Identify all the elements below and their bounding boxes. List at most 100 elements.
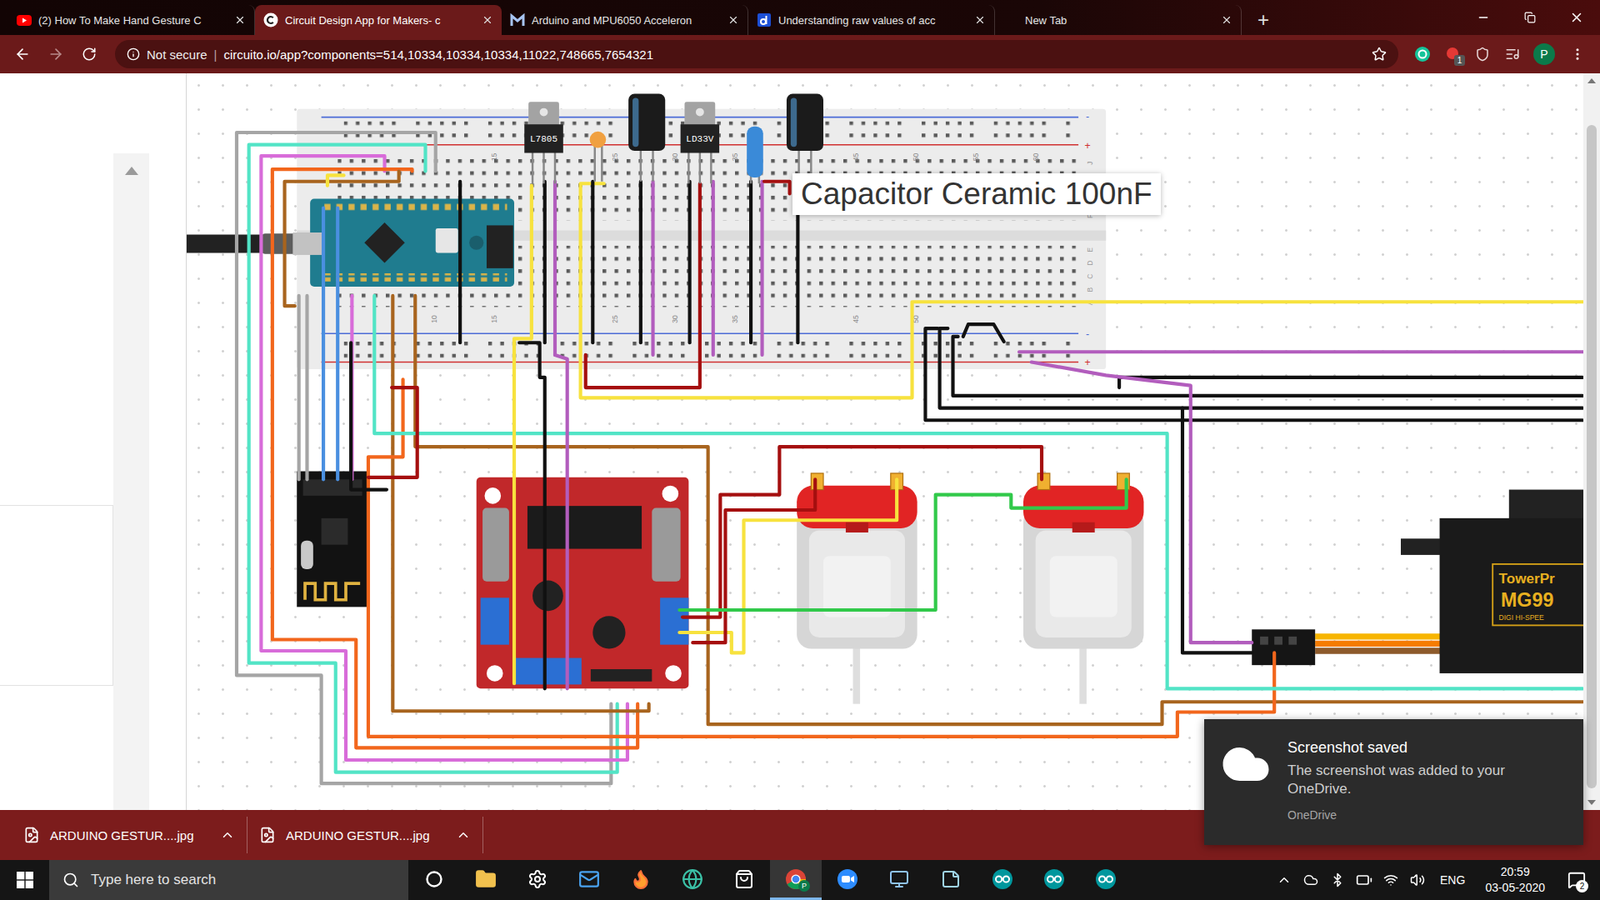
svg-text:25: 25 (610, 152, 620, 161)
menu-button[interactable] (1563, 40, 1592, 69)
side-panel (0, 73, 187, 810)
download-item[interactable]: ARDUINO GESTUR....jpg (247, 816, 484, 854)
taskbar-app[interactable] (821, 860, 874, 900)
star-icon[interactable] (1371, 46, 1387, 62)
browser-tab[interactable]: Circuit Design App for Makers- c (255, 5, 502, 35)
arduino-icon (991, 868, 1014, 890)
taskbar-app[interactable] (563, 860, 615, 900)
extension[interactable]: 1 (1440, 40, 1465, 69)
voltage-regulator[interactable]: LD33V (680, 101, 720, 184)
tray-item[interactable] (1275, 872, 1294, 888)
document-icon (757, 13, 771, 27)
reload-button[interactable] (75, 40, 104, 69)
close-icon[interactable] (234, 14, 246, 26)
window-controls (1460, 0, 1600, 35)
close-icon (1569, 10, 1585, 25)
ceramic-capacitor[interactable] (590, 131, 607, 182)
tray-item[interactable] (1381, 872, 1400, 888)
circuito-icon (263, 12, 279, 28)
svg-text:10: 10 (430, 315, 439, 324)
chevron-up-icon[interactable] (455, 827, 471, 843)
taskbar-app[interactable] (408, 860, 460, 900)
new-tab-button[interactable]: + (1248, 5, 1279, 35)
electrolytic-capacitor[interactable] (786, 93, 824, 181)
browser-tab[interactable]: New Tab (995, 5, 1242, 35)
tab-label: (2) How To Make Hand Gesture C (38, 14, 228, 27)
browser-tab[interactable]: (2) How To Make Hand Gesture C (8, 5, 255, 35)
download-item[interactable]: ARDUINO GESTUR....jpg (11, 816, 248, 854)
toast[interactable]: Screenshot savedThe screenshot was added… (1204, 719, 1584, 845)
taskbar-app[interactable] (873, 860, 925, 900)
restore-button[interactable] (1506, 0, 1554, 35)
motor-driver[interactable] (476, 477, 690, 689)
notification-button[interactable]: 2 (1560, 860, 1594, 900)
search-box[interactable]: Type here to search (49, 860, 409, 900)
tray-item[interactable] (1301, 872, 1320, 888)
taskbar-app[interactable] (615, 860, 667, 900)
taskbar-app[interactable] (460, 860, 512, 900)
windows-icon (16, 871, 34, 889)
tray-item[interactable] (1355, 871, 1374, 889)
wires[interactable] (236, 132, 1583, 784)
language[interactable]: ENG (1435, 873, 1470, 887)
chevron-up-icon[interactable] (220, 827, 235, 843)
scroll-up-icon[interactable] (1587, 78, 1596, 84)
tab-label: Arduino and MPU6050 Acceleron (531, 14, 721, 27)
close-button[interactable] (1553, 0, 1600, 35)
arrow-left-icon (14, 45, 31, 63)
tray-item[interactable] (1328, 872, 1347, 888)
back-button[interactable] (8, 40, 37, 69)
browser-tab[interactable]: Arduino and MPU6050 Acceleron (501, 5, 749, 35)
start-button[interactable] (0, 860, 50, 900)
svg-text:35: 35 (730, 152, 740, 161)
usb-cable[interactable] (186, 233, 297, 254)
taskbar-app[interactable]: P (770, 860, 822, 900)
taskbar-app[interactable] (925, 860, 977, 900)
extension[interactable] (1410, 40, 1435, 69)
extension[interactable] (1470, 40, 1495, 69)
close-icon[interactable] (727, 14, 740, 26)
voltage-regulator[interactable]: L7805 (524, 101, 564, 184)
svg-text:D: D (1085, 260, 1095, 266)
scroll-thumb[interactable] (1586, 125, 1597, 789)
taskbar-app[interactable] (511, 860, 564, 900)
desktop-icon (889, 869, 910, 890)
address-bar[interactable]: Not secure|circuito.io/app?components=51… (115, 40, 1399, 69)
minimize-button[interactable] (1460, 0, 1507, 35)
arduino-nano[interactable] (292, 199, 515, 287)
tab-label: New Tab (1025, 14, 1215, 27)
ceramic-capacitor[interactable] (746, 126, 764, 185)
favicon (16, 12, 32, 28)
taskbar-app[interactable] (1028, 860, 1080, 900)
forward-button[interactable] (41, 40, 70, 69)
close-icon[interactable] (481, 14, 494, 26)
nrf24-module[interactable] (296, 471, 369, 608)
favicon (263, 12, 279, 28)
scroll-down-icon[interactable] (1587, 800, 1596, 805)
svg-text:50: 50 (911, 152, 920, 161)
taskbar-app[interactable] (718, 860, 770, 900)
close-icon[interactable] (974, 14, 986, 26)
clock[interactable]: 20:5903-05-2020 (1478, 864, 1552, 896)
mail-icon (578, 868, 600, 890)
media-control[interactable] (1500, 40, 1525, 69)
tooltip: Capacitor Ceramic 100nF (792, 173, 1161, 215)
servo-motor[interactable]: TowerPrMG99DIGI HI-SPEE (1251, 490, 1584, 674)
profile-avatar[interactable]: P (1533, 43, 1555, 65)
taskbar-app[interactable] (1080, 860, 1132, 900)
taskbar-app[interactable] (976, 860, 1029, 900)
caret-up-icon[interactable] (125, 166, 139, 175)
tab-strip: (2) How To Make Hand Gesture C Circuit De… (0, 0, 1600, 35)
side-scroll-strip (113, 153, 150, 810)
svg-text:+: + (1085, 356, 1091, 369)
taskbar-app[interactable] (666, 860, 719, 900)
design-canvas[interactable]: 152530354550556010152530354550JIHGFEDCBA… (186, 73, 1584, 810)
svg-text:15: 15 (490, 152, 499, 161)
electrolytic-capacitor[interactable] (628, 93, 665, 181)
close-icon[interactable] (1220, 14, 1233, 26)
scrollbar[interactable] (1583, 73, 1600, 810)
tray-item[interactable] (1408, 872, 1427, 888)
browser-toolbar: Not secure|circuito.io/app?components=51… (0, 35, 1600, 74)
browser-tab[interactable]: Understanding raw values of acc (748, 5, 995, 35)
time: 20:59 (1500, 864, 1530, 880)
